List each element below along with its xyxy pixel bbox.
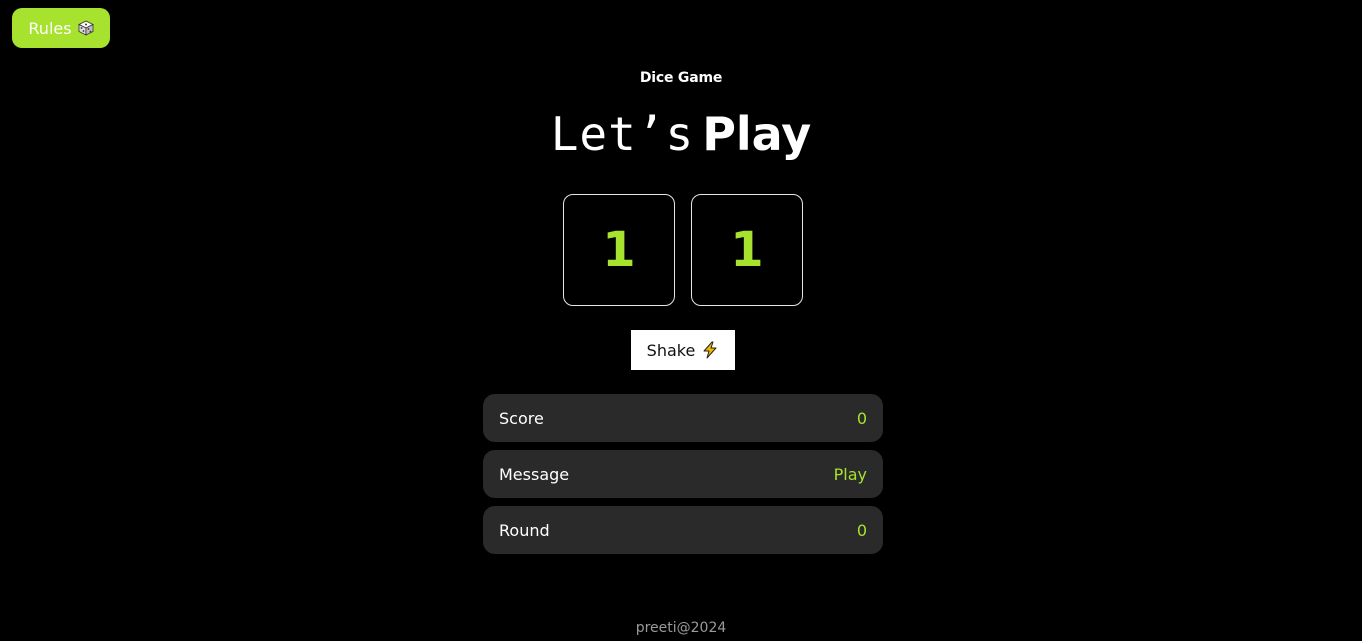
round-value: 0 — [856, 520, 867, 540]
shake-button-label: Shake — [646, 340, 696, 360]
score-row: Score 0 — [483, 394, 883, 442]
app-name: Dice Game — [639, 70, 723, 86]
round-row: Round 0 — [483, 506, 883, 554]
rules-button-label: Rules — [28, 18, 72, 38]
footer-credit: preeti@2024 — [635, 620, 727, 636]
score-value: 0 — [856, 408, 867, 428]
die-2-value: 1 — [730, 222, 764, 278]
dice-icon — [77, 20, 94, 36]
round-label: Round — [499, 520, 550, 540]
page-title-light: Let’s — [550, 107, 695, 161]
dice-game-page: Rules Dice Game Let’s Play 1 1 Shake Sco… — [0, 0, 1362, 641]
page-title: Let’s Play — [0, 106, 1362, 162]
rules-button[interactable]: Rules — [12, 8, 110, 48]
die-1-value: 1 — [602, 222, 636, 278]
message-label: Message — [499, 464, 570, 484]
score-label: Score — [499, 408, 544, 428]
shake-button[interactable]: Shake — [631, 330, 735, 370]
page-title-bold: Play — [702, 107, 812, 161]
die-2: 1 — [691, 194, 803, 306]
die-1: 1 — [563, 194, 675, 306]
message-value: Play — [833, 464, 867, 484]
message-row: Message Play — [483, 450, 883, 498]
lightning-icon — [701, 341, 719, 359]
